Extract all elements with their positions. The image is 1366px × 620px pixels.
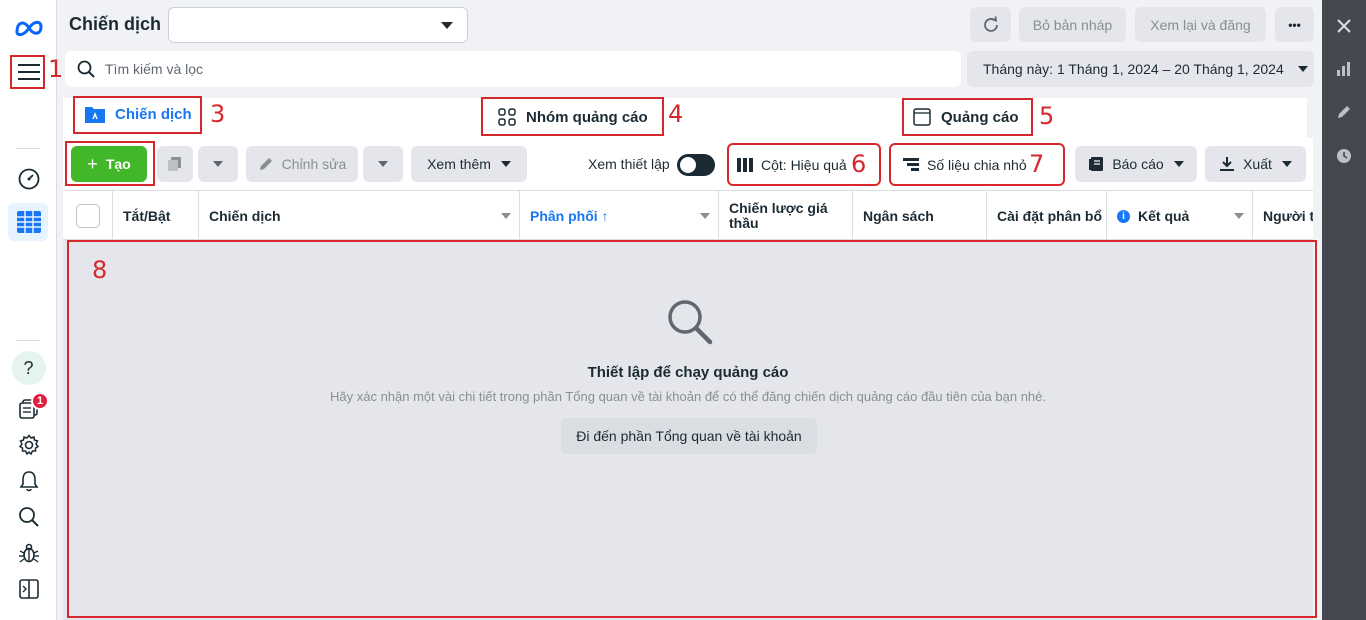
help-icon[interactable]: ? [0,350,57,386]
annotation-box-1 [10,55,45,89]
toggle-knob [680,157,696,173]
column-bid-strategy[interactable]: Chiến lược giá thầu [719,191,853,239]
pages-icon[interactable] [0,391,57,427]
view-more-button[interactable]: Xem thêm [411,146,527,182]
campaign-select[interactable] [168,7,468,43]
column-campaign[interactable]: Chiến dịch [199,191,520,239]
column-budget[interactable]: Ngân sách [853,191,987,239]
column-label: Chiến dịch [209,208,281,224]
chevron-down-icon [1281,161,1292,167]
close-icon[interactable] [1322,8,1366,44]
dashboard-icon[interactable] [0,161,57,197]
nav-divider [16,148,40,149]
right-rail [1322,0,1366,620]
main-content: Chiến dịch Bỏ bản nháp Xem lại và đăng •… [57,0,1322,620]
refresh-button[interactable] [970,7,1011,42]
annotation-box-5 [902,98,1033,136]
chevron-down-icon [501,213,511,219]
page-title: Chiến dịch [69,14,162,34]
reports-button[interactable]: Báo cáo [1075,146,1197,182]
reports-icon [1089,157,1104,171]
column-label: Cài đặt phân bổ [997,208,1102,224]
annotation-8: 8 [92,256,108,284]
annotation-box-2 [65,141,155,186]
chevron-down-icon [700,213,710,219]
more-options-button[interactable]: ••• [1275,7,1314,42]
annotation-7: 7 [1029,150,1045,178]
export-button[interactable]: Xuất [1205,146,1306,182]
breakdown-label: Số liệu chia nhỏ [927,156,1027,173]
annotation-4: 4 [668,100,684,128]
bug-icon[interactable] [0,535,57,571]
select-all-checkbox[interactable] [76,204,100,228]
discard-draft-button[interactable]: Bỏ bản nháp [1019,7,1126,42]
search-filter-bar[interactable]: Tìm kiếm và lọc [65,51,961,87]
review-publish-button[interactable]: Xem lại và đăng [1135,7,1266,42]
chevron-down-icon [500,161,511,167]
chevron-down-icon [1234,213,1244,219]
reports-label: Báo cáo [1112,156,1164,172]
table-icon[interactable] [0,204,57,240]
bell-icon[interactable] [0,463,57,499]
table-header: Tắt/Bật Chiến dịch Phân phối ↑ Chiến lượ… [63,190,1313,240]
column-label: Người t [1263,208,1313,224]
chart-icon[interactable] [1322,51,1366,87]
search-input[interactable]: Tìm kiếm và lọc [105,61,203,77]
column-label: Kết quả [1138,208,1190,224]
column-toggle[interactable]: Tắt/Bật [113,191,199,239]
annotation-box-3 [73,96,202,134]
annotation-3: 3 [210,100,226,128]
pencil-icon[interactable] [1322,94,1366,130]
annotation-box-8 [67,240,1317,618]
annotation-5: 5 [1039,102,1055,130]
view-setup-toggle[interactable] [677,154,715,176]
edit-button-label: Chỉnh sửa [281,156,347,172]
date-range-picker[interactable]: Tháng này: 1 Tháng 1, 2024 – 20 Tháng 1,… [967,51,1314,87]
duplicate-dropdown-button[interactable] [198,146,238,182]
columns-icon [737,157,753,172]
date-range-label: Tháng này: 1 Tháng 1, 2024 – 20 Tháng 1,… [983,61,1284,77]
column-label: Tắt/Bật [123,208,171,224]
chevron-down-icon [1173,161,1184,167]
view-more-label: Xem thêm [427,156,491,172]
meta-logo-icon[interactable] [0,10,57,46]
panel-icon[interactable] [0,571,57,607]
chevron-down-icon [441,22,453,29]
edit-dropdown-button[interactable] [363,146,403,182]
column-delivery[interactable]: Phân phối ↑ [520,191,719,239]
notification-badge: 1 [31,392,49,410]
chevron-down-icon [378,161,388,167]
refresh-icon [983,15,998,32]
duplicate-button[interactable] [157,146,193,182]
column-attribution[interactable]: Cài đặt phân bổ [987,191,1107,239]
pencil-icon [259,158,272,170]
columns-label: Cột: Hiệu quả [761,156,847,173]
search-icon [77,60,95,78]
annotation-box-4 [481,97,664,136]
clock-icon[interactable] [1322,138,1366,174]
column-label: Chiến lược giá thầu [729,200,828,231]
annotation-6: 6 [851,150,867,178]
breakdown-icon [903,157,919,171]
left-navigation: ? 1 [0,0,57,620]
settings-icon[interactable] [0,427,57,463]
export-label: Xuất [1243,156,1272,172]
download-icon [1220,157,1235,171]
chevron-down-icon [1297,66,1308,72]
column-results[interactable]: i Kết quả [1107,191,1253,239]
nav-divider [16,340,40,341]
column-reach[interactable]: Người t [1253,191,1313,239]
column-label: Ngân sách [863,208,934,224]
edit-button[interactable]: Chỉnh sửa [246,146,358,182]
info-icon[interactable]: i [1117,209,1130,223]
chevron-down-icon [213,161,223,167]
search-icon[interactable] [0,499,57,535]
duplicate-icon [168,157,181,171]
column-label: Phân phối ↑ [530,208,609,224]
view-setup-label: Xem thiết lập [588,156,670,172]
select-all-cell [63,191,113,239]
